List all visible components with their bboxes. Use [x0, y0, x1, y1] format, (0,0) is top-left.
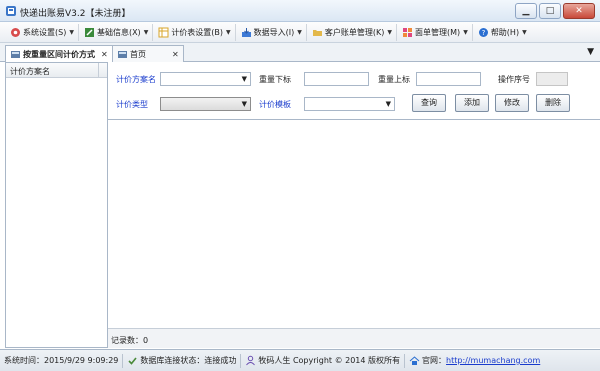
- chevron-down-icon: ▼: [387, 28, 393, 36]
- svg-text:?: ?: [481, 29, 485, 37]
- db-status: 数据库连接状态：连接成功: [123, 353, 242, 368]
- record-count-label: 记录数：: [111, 336, 143, 345]
- menu-label: 数据导入(I): [253, 27, 295, 37]
- chevron-down-icon: ▼: [297, 28, 302, 36]
- weight-upper-label: 重量上标: [378, 75, 410, 84]
- menu-label: 基础信息(X): [96, 27, 141, 37]
- menu-help[interactable]: ? 帮助(H) ▼: [474, 24, 531, 41]
- pricing-template-label: 计价模板: [259, 100, 291, 109]
- import-icon: [241, 27, 251, 37]
- close-button[interactable]: ✕: [563, 3, 595, 19]
- window-title: 快递出账易V3.2【未注册】: [20, 9, 131, 19]
- menu-label: 面单管理(M): [415, 27, 461, 37]
- data-grid[interactable]: [108, 120, 600, 328]
- op-seq-input: [536, 72, 568, 86]
- menu-data-import[interactable]: 数据导入(I) ▼: [237, 23, 307, 41]
- filter-form: 计价方案名 ▼ 重量下标 重量上标 操作序号 计价类型 ▼ 计价模板 ▼ 查询 …: [108, 62, 600, 120]
- chevron-down-icon: ▼: [385, 100, 391, 108]
- edit-button[interactable]: 修改: [495, 94, 529, 112]
- chevron-down-icon: ▼: [69, 28, 74, 36]
- weight-lower-input[interactable]: [304, 72, 369, 86]
- menu-basic-info[interactable]: 基础信息(X) ▼: [80, 23, 154, 41]
- pricing-type-select[interactable]: ▼: [160, 97, 251, 111]
- tab-home[interactable]: 首页 ✕: [112, 45, 184, 62]
- system-time: 系统时间：2015/9/29 9:09:29: [0, 353, 124, 368]
- table-icon: [158, 27, 169, 37]
- chevron-down-icon: ▼: [226, 28, 231, 36]
- website-link[interactable]: http://mumachang.com: [446, 356, 540, 365]
- tab-page-icon: [11, 51, 20, 58]
- folder-icon: [312, 29, 322, 36]
- menu-waybill-management[interactable]: 面单管理(M) ▼: [398, 23, 473, 41]
- record-count-bar: 记录数：0: [108, 328, 600, 348]
- status-bar: 系统时间：2015/9/29 9:09:29 数据库连接状态：连接成功 牧码人生…: [0, 349, 600, 371]
- edit-icon: [84, 27, 94, 37]
- scheme-list-header-label: 计价方案名: [10, 67, 50, 76]
- weight-lower-label: 重量下标: [259, 75, 291, 84]
- menu-label: 系统设置(S): [23, 27, 67, 37]
- scheme-name-label: 计价方案名: [116, 75, 156, 84]
- maximize-button[interactable]: □: [539, 3, 561, 19]
- query-button[interactable]: 查询: [412, 94, 446, 112]
- checkmark-icon: [128, 357, 138, 365]
- window-controls: ▁ □ ✕: [513, 3, 595, 19]
- column-divider: [98, 63, 99, 78]
- chevron-down-icon: ▼: [241, 100, 247, 108]
- website: 官网： http://mumachang.com: [405, 354, 544, 368]
- menu-pricing-table[interactable]: 计价表设置(B) ▼: [154, 23, 236, 41]
- menu-system-settings[interactable]: 系统设置(S) ▼: [6, 23, 79, 41]
- tab-label: 首页: [130, 49, 146, 59]
- chevron-down-icon: ▼: [143, 28, 149, 36]
- chevron-down-icon: ▼: [522, 28, 527, 36]
- waybill-icon: [403, 27, 413, 37]
- add-button[interactable]: 添加: [455, 94, 489, 112]
- record-count-value: 0: [143, 336, 149, 345]
- menu-bar: 系统设置(S) ▼ 基础信息(X) ▼ 计价表设置(B) ▼ 数据导入(I) ▼ 客户账…: [0, 22, 600, 43]
- record-count: 记录数：0: [111, 335, 148, 346]
- menu-label: 计价表设置(B): [171, 27, 224, 37]
- db-status-text: 数据库连接状态：连接成功: [140, 356, 237, 365]
- website-label: 官网：: [422, 356, 447, 365]
- help-icon: ?: [478, 27, 488, 37]
- menu-customer-bills[interactable]: 客户账单管理(K) ▼: [308, 23, 398, 41]
- chevron-down-icon: ▼: [463, 28, 468, 36]
- user-icon: [246, 355, 256, 366]
- copyright-text: 牧码人生 Copyright © 2014 版权所有: [258, 356, 401, 365]
- tab-list-dropdown-icon[interactable]: ▼: [587, 47, 594, 57]
- scheme-name-select[interactable]: ▼: [160, 72, 251, 86]
- pricing-type-label: 计价类型: [116, 100, 148, 109]
- copyright: 牧码人生 Copyright © 2014 版权所有: [241, 353, 406, 368]
- close-icon[interactable]: ✕: [172, 50, 179, 59]
- tab-bar: 按重量区间计价方式 ✕ 首页 ✕ ▼: [0, 43, 600, 63]
- scheme-list-header[interactable]: 计价方案名: [6, 63, 107, 78]
- op-seq-label: 操作序号: [498, 75, 530, 84]
- tab-page-icon: [118, 50, 127, 58]
- title-bar: 快递出账易V3.2【未注册】 ▁ □ ✕: [0, 0, 600, 22]
- menu-label: 客户账单管理(K): [324, 27, 385, 37]
- tab-weight-range-pricing[interactable]: 按重量区间计价方式 ✕: [5, 45, 113, 63]
- tab-label: 按重量区间计价方式: [23, 50, 95, 59]
- weight-upper-input[interactable]: [416, 72, 481, 86]
- app-icon: [6, 6, 16, 16]
- home-icon: [409, 356, 420, 365]
- delete-button[interactable]: 删除: [536, 94, 570, 112]
- menu-label: 帮助(H): [490, 27, 520, 37]
- gear-icon: [11, 27, 20, 37]
- minimize-button[interactable]: ▁: [515, 3, 537, 19]
- close-icon[interactable]: ✕: [101, 50, 108, 59]
- chevron-down-icon: ▼: [241, 75, 247, 83]
- scheme-list-panel: 计价方案名: [5, 62, 108, 348]
- pricing-template-select[interactable]: ▼: [304, 97, 395, 111]
